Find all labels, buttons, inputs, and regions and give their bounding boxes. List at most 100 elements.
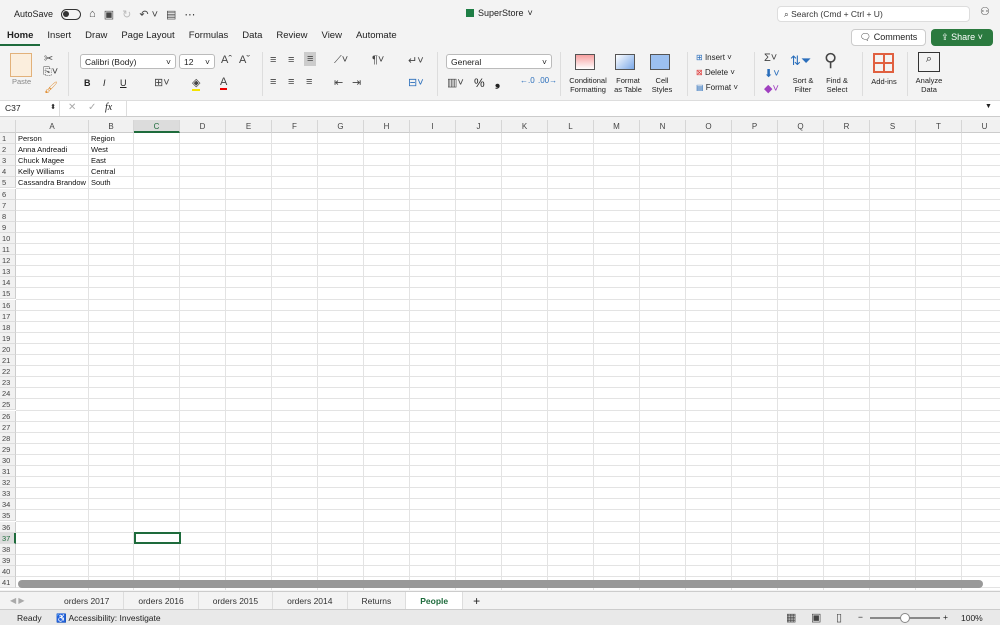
add-ins-button[interactable]: Add-ins	[866, 77, 902, 87]
fill-icon[interactable]: ⬇˅	[764, 67, 780, 80]
sheet-tab-orders-2015[interactable]: orders 2015	[199, 591, 274, 610]
font-name-select[interactable]: Calibri (Body) ˅	[80, 54, 176, 69]
row-header[interactable]: 5	[0, 177, 16, 189]
increase-indent-icon[interactable]: ⇥	[352, 76, 361, 89]
insert-function-button[interactable]: fx	[105, 102, 112, 113]
home-icon[interactable]: ⌂	[89, 8, 96, 20]
row-header[interactable]: 22	[0, 366, 16, 378]
column-header[interactable]: P	[732, 120, 778, 133]
delete-cells-button[interactable]: ⊠ Delete ˅	[696, 68, 735, 77]
row-header[interactable]: 1	[0, 133, 16, 145]
column-header[interactable]: R	[824, 120, 870, 133]
share-button[interactable]: ⇪ Share ˅	[931, 29, 993, 46]
merge-center-icon[interactable]: ⊟˅	[408, 76, 424, 89]
borders-icon[interactable]: ⊞˅	[154, 76, 170, 89]
increase-decimal-icon[interactable]: ←.0	[520, 76, 535, 85]
zoom-slider[interactable]	[870, 613, 940, 623]
column-header[interactable]: E	[226, 120, 272, 133]
cell-styles-button[interactable]: Cell Styles	[648, 76, 676, 94]
tab-home[interactable]: Home	[0, 28, 41, 46]
align-top-icon[interactable]: ≡	[270, 54, 276, 66]
zoom-in-button[interactable]: +	[943, 612, 948, 622]
row-header[interactable]: 24	[0, 388, 16, 400]
row-header[interactable]: 28	[0, 432, 16, 444]
tab-draw[interactable]: Draw	[78, 28, 114, 46]
column-header[interactable]: I	[410, 120, 456, 133]
cell[interactable]: Person	[16, 133, 89, 144]
row-header[interactable]: 4	[0, 166, 16, 178]
column-header[interactable]: J	[456, 120, 502, 133]
file-name[interactable]: SuperStore ˅	[466, 8, 533, 18]
cancel-icon[interactable]: ✕	[68, 102, 76, 113]
cell[interactable]: Cassandra Brandow	[16, 177, 89, 188]
insert-cells-button[interactable]: ⊞ Insert ˅	[696, 53, 732, 62]
column-header[interactable]: F	[272, 120, 318, 133]
column-header[interactable]: N	[640, 120, 686, 133]
tab-insert[interactable]: Insert	[40, 28, 78, 46]
save-as-icon[interactable]: ▤	[166, 8, 176, 21]
tab-view[interactable]: View	[315, 28, 349, 46]
sheet-tab-people[interactable]: People	[406, 591, 464, 610]
format-cells-button[interactable]: ▤ Format ˅	[696, 83, 738, 92]
account-icon[interactable]: ⚇	[980, 5, 990, 18]
comma-button[interactable]: ❟	[495, 74, 500, 90]
row-header[interactable]: 32	[0, 477, 16, 489]
copy-icon[interactable]: ⎘˅	[43, 66, 58, 79]
tab-review[interactable]: Review	[269, 28, 314, 46]
name-box[interactable]: C37 ⬍	[0, 101, 60, 116]
bold-button[interactable]: B	[84, 78, 91, 88]
column-header[interactable]: C	[134, 120, 180, 133]
row-header[interactable]: 39	[0, 554, 16, 566]
cell[interactable]: South	[89, 177, 134, 188]
column-header[interactable]: M	[594, 120, 640, 133]
sheet-tab-orders-2016[interactable]: orders 2016	[124, 591, 199, 610]
format-as-table-icon[interactable]	[615, 54, 635, 70]
row-header[interactable]: 11	[0, 244, 16, 256]
sort-filter-icon[interactable]: ⇅⏷	[790, 53, 811, 69]
underline-button[interactable]: U	[120, 78, 127, 88]
column-header[interactable]: O	[686, 120, 732, 133]
column-header[interactable]: B	[89, 120, 134, 133]
row-header[interactable]: 20	[0, 343, 16, 355]
cell-styles-icon[interactable]	[650, 54, 670, 70]
row-header[interactable]: 10	[0, 232, 16, 244]
align-center-icon[interactable]: ≡	[288, 76, 294, 88]
selected-cell[interactable]	[134, 531, 181, 544]
accessibility-button[interactable]: ♿ Accessibility: Investigate	[56, 613, 161, 624]
number-format-select[interactable]: General ˅	[446, 54, 552, 69]
add-ins-icon[interactable]	[873, 53, 894, 73]
zoom-out-button[interactable]: −	[858, 612, 863, 622]
paragraph-icon[interactable]: ¶˅	[372, 54, 384, 66]
row-header[interactable]: 8	[0, 210, 16, 222]
row-header[interactable]: 30	[0, 454, 16, 466]
more-icon[interactable]: ⋯	[184, 8, 195, 21]
conditional-formatting-button[interactable]: Conditional Formatting	[566, 76, 610, 94]
column-header[interactable]: G	[318, 120, 364, 133]
find-select-icon[interactable]: ⚲	[824, 50, 837, 71]
column-header[interactable]: Q	[778, 120, 824, 133]
align-bottom-icon[interactable]: ≡	[304, 52, 317, 66]
find-select-button[interactable]: Find & Select	[822, 76, 852, 94]
tab-formulas[interactable]: Formulas	[182, 28, 236, 46]
autosum-icon[interactable]: Σ˅	[764, 52, 777, 64]
row-header[interactable]: 17	[0, 310, 16, 322]
row-header[interactable]: 31	[0, 466, 16, 478]
orientation-icon[interactable]: ⟋˅	[334, 54, 348, 67]
font-color-icon[interactable]: A	[220, 76, 228, 90]
cut-icon[interactable]: ✂	[44, 52, 53, 65]
page-layout-view-icon[interactable]: ▣	[811, 611, 821, 624]
enter-icon[interactable]: ✓	[88, 102, 96, 113]
expand-formula-icon[interactable]: ▼	[985, 103, 992, 110]
clear-icon[interactable]: ◆˅	[764, 82, 779, 95]
row-header[interactable]: 41	[0, 577, 16, 589]
column-header[interactable]: U	[962, 120, 1000, 133]
increase-font-icon[interactable]: Aˆ	[221, 54, 232, 66]
row-header[interactable]: 40	[0, 565, 16, 577]
italic-button[interactable]: I	[103, 78, 106, 88]
sheet-tab-orders-2017[interactable]: orders 2017	[50, 591, 125, 610]
font-size-select[interactable]: 12 ˅	[179, 54, 215, 69]
column-header[interactable]: D	[180, 120, 226, 133]
accounting-format-icon[interactable]: ▥˅	[447, 76, 464, 89]
row-header[interactable]: 33	[0, 488, 16, 500]
percent-button[interactable]: %	[474, 76, 485, 90]
